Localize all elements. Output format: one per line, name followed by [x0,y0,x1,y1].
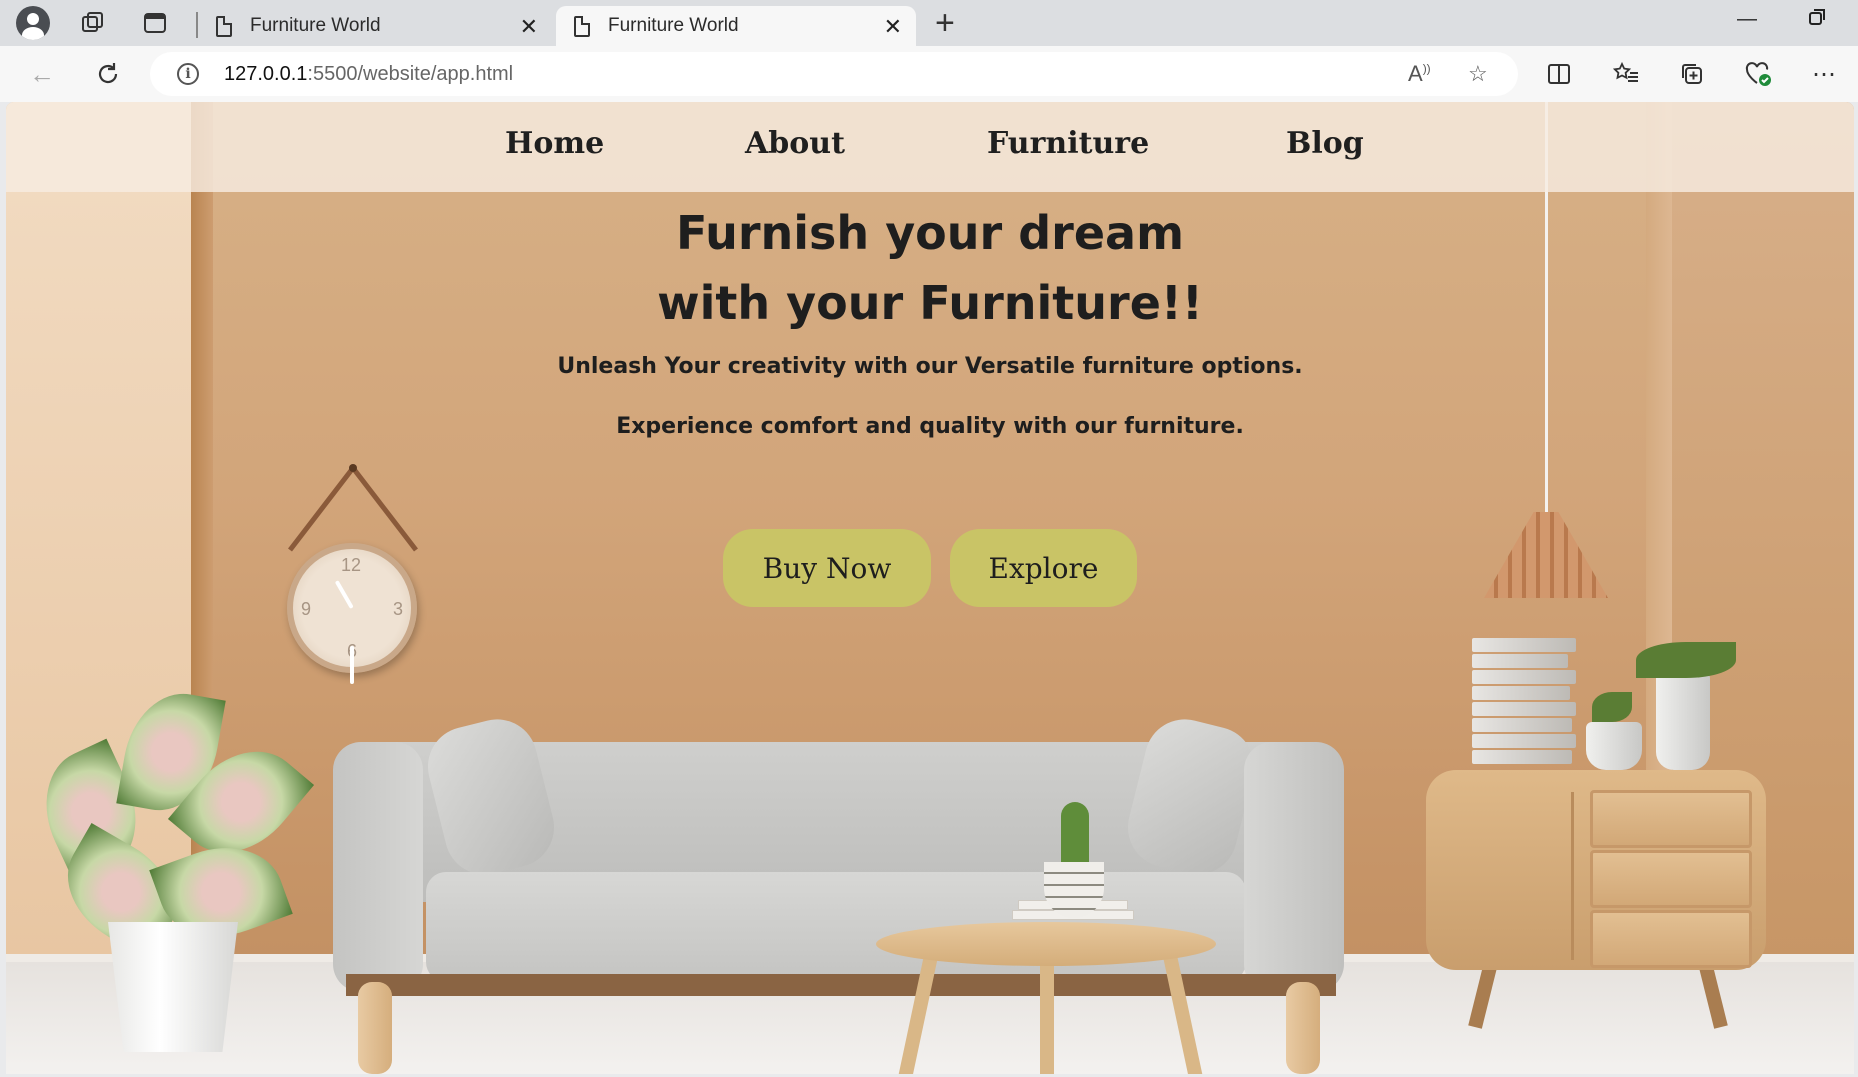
clock-hour-hand [334,580,354,609]
sofa-arm [333,742,423,992]
vertical-tabs-icon[interactable] [138,6,172,40]
cactus [1061,802,1089,866]
site-header: Home About Furniture Blog [6,102,1854,192]
plant-leaves [1636,642,1736,678]
profile-avatar-icon[interactable] [16,6,50,40]
sofa-leg [358,982,392,1074]
book-stack [1472,750,1572,764]
sofa-leg [1286,982,1320,1074]
nav-blog-link[interactable]: Blog [1286,126,1364,161]
restore-icon[interactable] [1808,8,1826,32]
book-stack [1472,670,1576,684]
minimize-icon[interactable]: — [1737,8,1757,31]
book-stack [1472,638,1576,652]
back-arrow-icon[interactable]: ← [24,56,60,92]
tab-furniture-world-2[interactable]: Furniture World ✕ [556,6,916,46]
book-stack [1472,686,1570,700]
book-stack [1472,702,1576,716]
small-pot [1586,722,1642,770]
hero-title: Furnish your dream with your Furniture!! [6,198,1854,338]
hero-title-line-2: with your Furniture!! [657,276,1203,330]
nav-furniture-link[interactable]: Furniture [987,126,1149,161]
browser-toolbar: ← i 127.0.0.1:5500/website/app.html A)) … [0,46,1858,102]
nav-home-link[interactable]: Home [505,126,604,161]
plant-leaves [1592,692,1632,722]
site-info-icon[interactable]: i [177,63,199,85]
tall-pot [1656,674,1710,770]
read-aloud-icon[interactable]: A)) [1408,61,1431,87]
page-viewport: 12 3 9 6 H [6,102,1854,1074]
cabinet-drawer [1590,910,1752,968]
workspaces-icon[interactable] [76,6,110,40]
book-stack [1472,718,1572,732]
tab-title: Furniture World [250,15,381,36]
plant-pot [108,922,238,1052]
clock-minute-hand [350,646,354,684]
tab-title: Furniture World [608,15,739,36]
wall-clock-icon: 12 3 9 6 [287,543,417,684]
buy-now-button[interactable]: Buy Now [723,529,931,607]
close-icon[interactable]: ✕ [884,14,902,40]
collections-icon[interactable] [1674,56,1710,92]
book-stack [1472,734,1576,748]
address-bar[interactable]: i 127.0.0.1:5500/website/app.html A)) ☆ [150,52,1518,96]
page-icon [574,15,590,37]
browser-tab-bar: Furniture World ✕ Furniture World ✕ + — [0,0,1858,46]
clock-number-12: 12 [341,555,362,575]
sofa-arm [1244,742,1344,992]
refresh-icon[interactable] [90,56,126,92]
explore-button[interactable]: Explore [950,529,1137,607]
favorites-list-icon[interactable] [1608,56,1644,92]
cabinet-door [1434,792,1574,960]
book-stack [1472,654,1568,668]
clock-number-9: 9 [301,599,312,619]
sofa-base [346,974,1336,996]
pendant-lamp-icon [1484,512,1608,598]
split-screen-icon[interactable] [1541,56,1577,92]
cabinet-drawer [1590,850,1752,908]
more-menu-icon[interactable]: ⋯ [1806,56,1842,92]
new-tab-plus-icon[interactable]: + [935,6,955,40]
favorite-star-icon[interactable]: ☆ [1468,61,1488,87]
clock-number-3: 3 [393,599,404,619]
cabinet-drawer [1590,790,1752,848]
url-text[interactable]: 127.0.0.1:5500/website/app.html [224,63,513,86]
coffee-table [876,922,1216,966]
hero-subtitle-1: Unleash Your creativity with our Versati… [557,354,1303,379]
hero-subtitle-2: Experience comfort and quality with our … [616,414,1244,439]
page-icon [216,15,232,37]
table-leg [1040,952,1054,1074]
hero-title-line-1: Furnish your dream [675,206,1185,260]
clock-strap [288,463,418,552]
close-icon[interactable]: ✕ [520,14,538,40]
tab-furniture-world-1[interactable]: Furniture World ✕ [198,6,552,46]
nav-about-link[interactable]: About [745,126,845,161]
browser-essentials-icon[interactable] [1740,56,1776,92]
